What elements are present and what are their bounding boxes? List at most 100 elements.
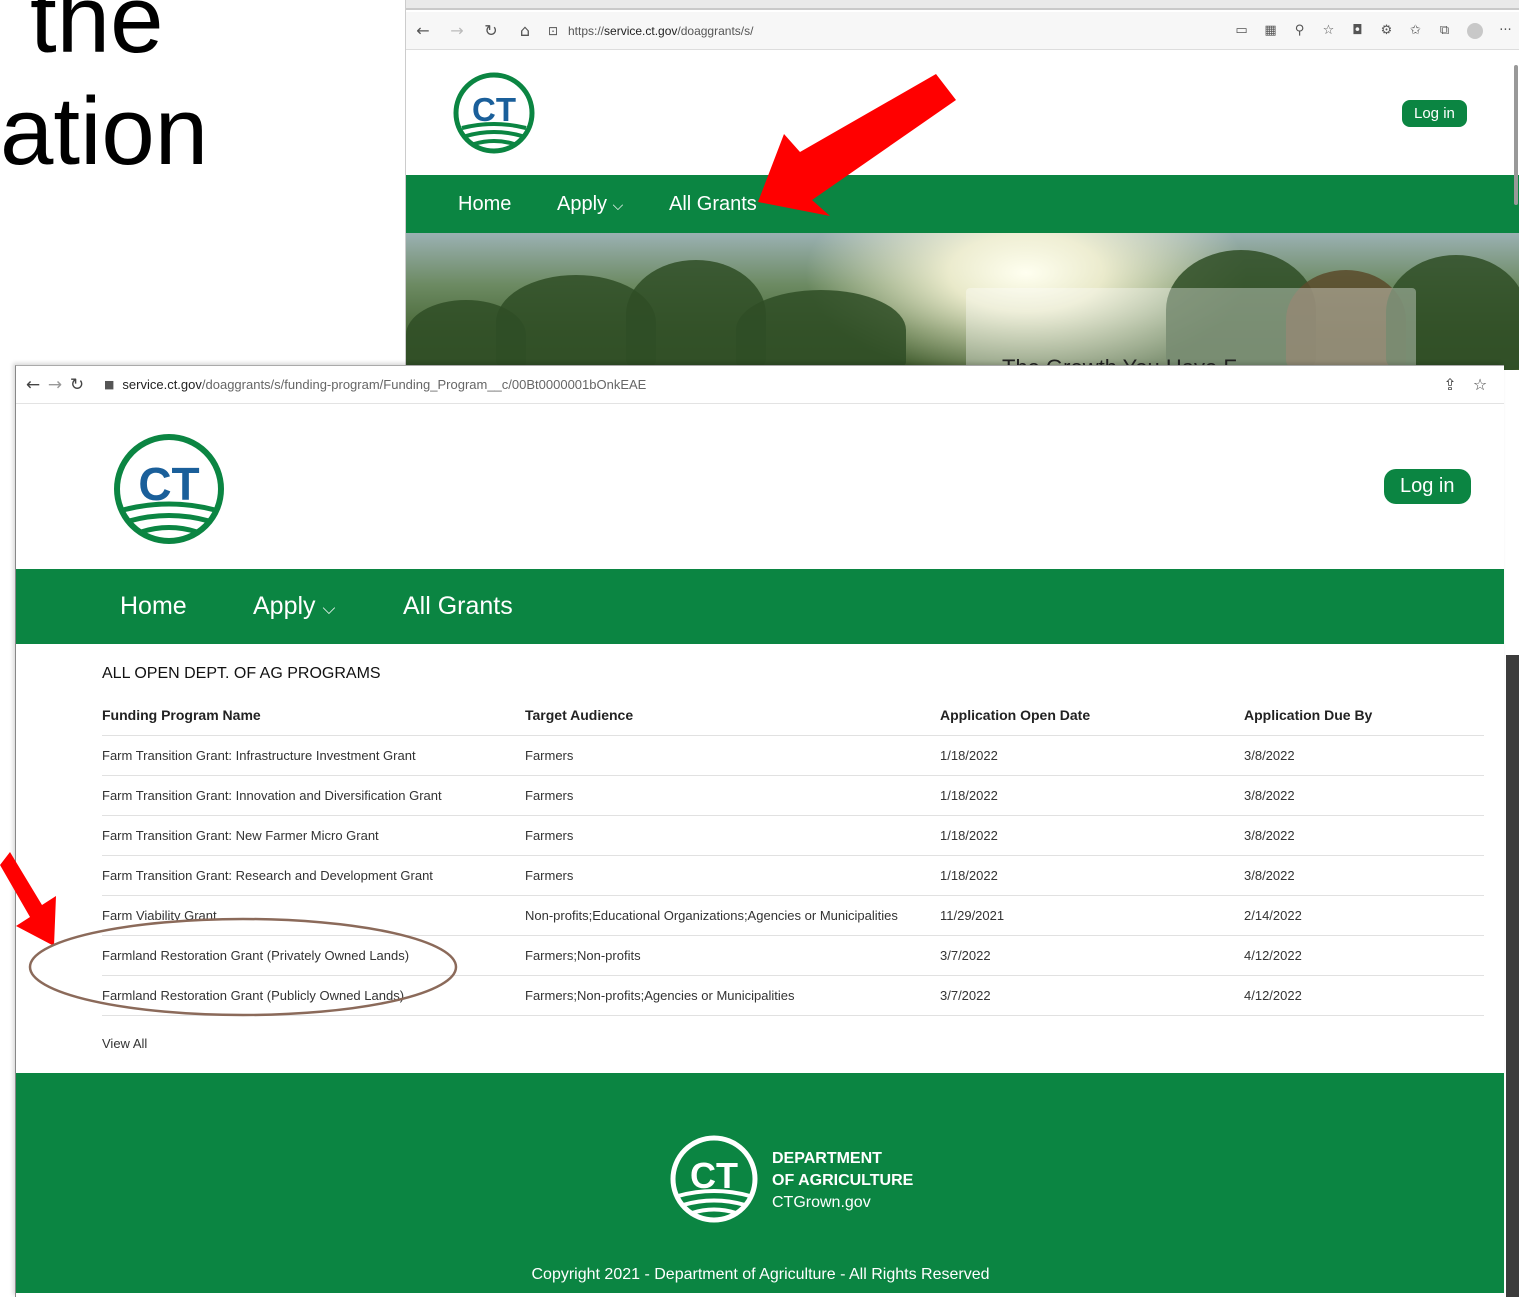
reload-icon[interactable]: ↻: [66, 375, 88, 395]
reading-view-icon[interactable]: ▭: [1227, 23, 1256, 38]
audience-cell: Farmers: [525, 815, 940, 856]
chevron-down-icon: ⌵: [322, 599, 336, 618]
header-open-date[interactable]: Application Open Date: [940, 695, 1244, 736]
slide-title-fragment-2: ation: [0, 78, 209, 185]
favorites-icon[interactable]: ✩: [1401, 23, 1430, 38]
table-row[interactable]: Farm Transition Grant: Innovation and Di…: [102, 775, 1484, 816]
program-name-cell[interactable]: Farm Transition Grant: Research and Deve…: [102, 855, 525, 896]
footer-dept-line1: DEPARTMENT: [772, 1150, 882, 1167]
home-icon[interactable]: ⌂: [508, 21, 542, 40]
due-date-cell: 2/14/2022: [1244, 895, 1484, 936]
footer-department-name: DEPARTMENT OF AGRICULTURE CTGrown.gov: [772, 1148, 913, 1214]
more-icon[interactable]: ···: [1491, 23, 1519, 38]
audience-cell: Farmers;Non-profits;Agencies or Municipa…: [525, 975, 940, 1016]
qr-code-icon[interactable]: ▦: [1256, 23, 1285, 38]
program-name-cell[interactable]: Farm Viability Grant: [102, 895, 525, 936]
back-nav-all-grants[interactable]: All Grants: [669, 175, 757, 233]
due-date-cell: 3/8/2022: [1244, 735, 1484, 776]
due-date-cell: 4/12/2022: [1244, 975, 1484, 1016]
front-nav-home[interactable]: Home: [120, 569, 187, 644]
open-date-cell: 11/29/2021: [940, 895, 1244, 936]
audience-cell: Farmers: [525, 855, 940, 896]
program-name-cell[interactable]: Farmland Restoration Grant (Privately Ow…: [102, 935, 525, 976]
url-path: /doaggrants/s/: [677, 23, 754, 38]
back-url-field[interactable]: https://service.ct.gov/doaggrants/s/: [568, 24, 1227, 38]
ct-footer-logo-icon: CT: [670, 1135, 758, 1223]
due-date-cell: 4/12/2022: [1244, 935, 1484, 976]
open-date-cell: 1/18/2022: [940, 815, 1244, 856]
favorite-add-icon[interactable]: ☆: [1314, 23, 1343, 38]
front-login-button[interactable]: Log in: [1384, 469, 1471, 504]
open-date-cell: 1/18/2022: [940, 775, 1244, 816]
open-date-cell: 1/18/2022: [940, 855, 1244, 896]
table-row[interactable]: Farm Transition Grant: Research and Deve…: [102, 855, 1484, 896]
back-login-button[interactable]: Log in: [1402, 100, 1467, 127]
program-name-cell[interactable]: Farmland Restoration Grant (Publicly Own…: [102, 975, 525, 1016]
program-name-cell[interactable]: Farm Transition Grant: Innovation and Di…: [102, 775, 525, 816]
zoom-icon[interactable]: ⚲: [1285, 23, 1314, 38]
reload-icon[interactable]: ↻: [474, 21, 508, 40]
url-prefix: https://: [568, 23, 605, 38]
profile-avatar-icon[interactable]: [1467, 22, 1483, 39]
lock-icon[interactable]: ■: [104, 378, 114, 391]
back-site-header: CT Log in: [406, 50, 1519, 175]
back-nav-home[interactable]: Home: [458, 175, 511, 233]
url-path: /doaggrants/s/funding-program/Funding_Pr…: [201, 377, 647, 392]
ct-logo-icon[interactable]: CT: [111, 426, 227, 552]
front-nav-all-grants[interactable]: All Grants: [403, 569, 513, 644]
footer-site-link[interactable]: CTGrown.gov: [772, 1192, 913, 1214]
audience-cell: Farmers: [525, 775, 940, 816]
front-address-bar: ← → ↻ ■ service.ct.gov/doaggrants/s/fund…: [16, 366, 1504, 404]
front-url-field[interactable]: service.ct.gov/doaggrants/s/funding-prog…: [122, 377, 1435, 392]
extensions-icon[interactable]: ⚙: [1372, 23, 1401, 38]
chevron-down-icon: ⌵: [612, 197, 624, 213]
front-main-nav: Home Apply ⌵ All Grants: [16, 569, 1504, 644]
forward-arrow-icon[interactable]: →: [440, 21, 474, 40]
slide-right-strip: [1506, 655, 1519, 1297]
share-icon[interactable]: ⇪: [1435, 375, 1465, 394]
screenshot-composite: the ation ← → ↻ ⌂ ⊡ https://service.ct.g…: [0, 0, 1519, 1297]
open-date-cell: 3/7/2022: [940, 975, 1244, 1016]
site-footer: CT DEPARTMENT OF AGRICULTURE CTGrown.gov…: [16, 1073, 1504, 1293]
back-address-bar: ← → ↻ ⌂ ⊡ https://service.ct.gov/doaggra…: [406, 12, 1519, 50]
due-date-cell: 3/8/2022: [1244, 815, 1484, 856]
ct-logo-icon[interactable]: CT: [452, 66, 536, 160]
due-date-cell: 3/8/2022: [1244, 855, 1484, 896]
table-row[interactable]: Farmland Restoration Grant (Publicly Own…: [102, 975, 1484, 1016]
footer-dept-line2: OF AGRICULTURE: [772, 1172, 914, 1189]
program-name-cell[interactable]: Farm Transition Grant: New Farmer Micro …: [102, 815, 525, 856]
back-main-nav: Home Apply ⌵ All Grants: [406, 175, 1519, 233]
url-host: service.ct.gov: [604, 23, 678, 38]
back-arrow-icon[interactable]: ←: [22, 375, 44, 395]
bookmark-star-icon[interactable]: ☆: [1465, 375, 1495, 394]
hero-tree: [736, 290, 906, 370]
funding-programs-table: Funding Program Name Target Audience App…: [102, 695, 1484, 1016]
table-row[interactable]: Farm Viability Grant Non-profits;Educati…: [102, 895, 1484, 936]
header-target-audience[interactable]: Target Audience: [525, 695, 940, 736]
due-date-cell: 3/8/2022: [1244, 775, 1484, 816]
table-row[interactable]: Farm Transition Grant: Infrastructure In…: [102, 735, 1484, 776]
url-host: service.ct.gov: [122, 377, 202, 392]
front-nav-apply[interactable]: Apply ⌵: [253, 569, 335, 646]
front-browser-window: ← → ↻ ■ service.ct.gov/doaggrants/s/fund…: [15, 365, 1504, 1297]
table-row[interactable]: Farmland Restoration Grant (Privately Ow…: [102, 935, 1484, 976]
back-hero-banner: The Growth You Have F: [406, 233, 1519, 370]
front-site-header: CT Log in: [16, 404, 1504, 569]
header-due-by[interactable]: Application Due By: [1244, 695, 1484, 736]
programs-section-title: ALL OPEN DEPT. OF AG PROGRAMS: [102, 665, 381, 682]
forward-arrow-icon[interactable]: →: [44, 375, 66, 395]
slide-title-fragment-1: the: [30, 0, 164, 73]
table-row[interactable]: Farm Transition Grant: New Farmer Micro …: [102, 815, 1484, 856]
pocket-icon[interactable]: ◘: [1343, 23, 1372, 38]
back-tab-strip: [406, 0, 1519, 10]
view-all-link[interactable]: View All: [102, 1036, 147, 1051]
back-arrow-icon[interactable]: ←: [406, 21, 440, 40]
back-scrollbar[interactable]: [1514, 65, 1518, 205]
back-browser-window: ← → ↻ ⌂ ⊡ https://service.ct.gov/doaggra…: [405, 0, 1519, 370]
table-header-row: Funding Program Name Target Audience App…: [102, 695, 1484, 736]
collections-icon[interactable]: ⧉: [1430, 23, 1459, 38]
header-program-name[interactable]: Funding Program Name: [102, 695, 525, 736]
open-date-cell: 1/18/2022: [940, 735, 1244, 776]
back-nav-apply[interactable]: Apply ⌵: [557, 175, 623, 234]
program-name-cell[interactable]: Farm Transition Grant: Infrastructure In…: [102, 735, 525, 776]
